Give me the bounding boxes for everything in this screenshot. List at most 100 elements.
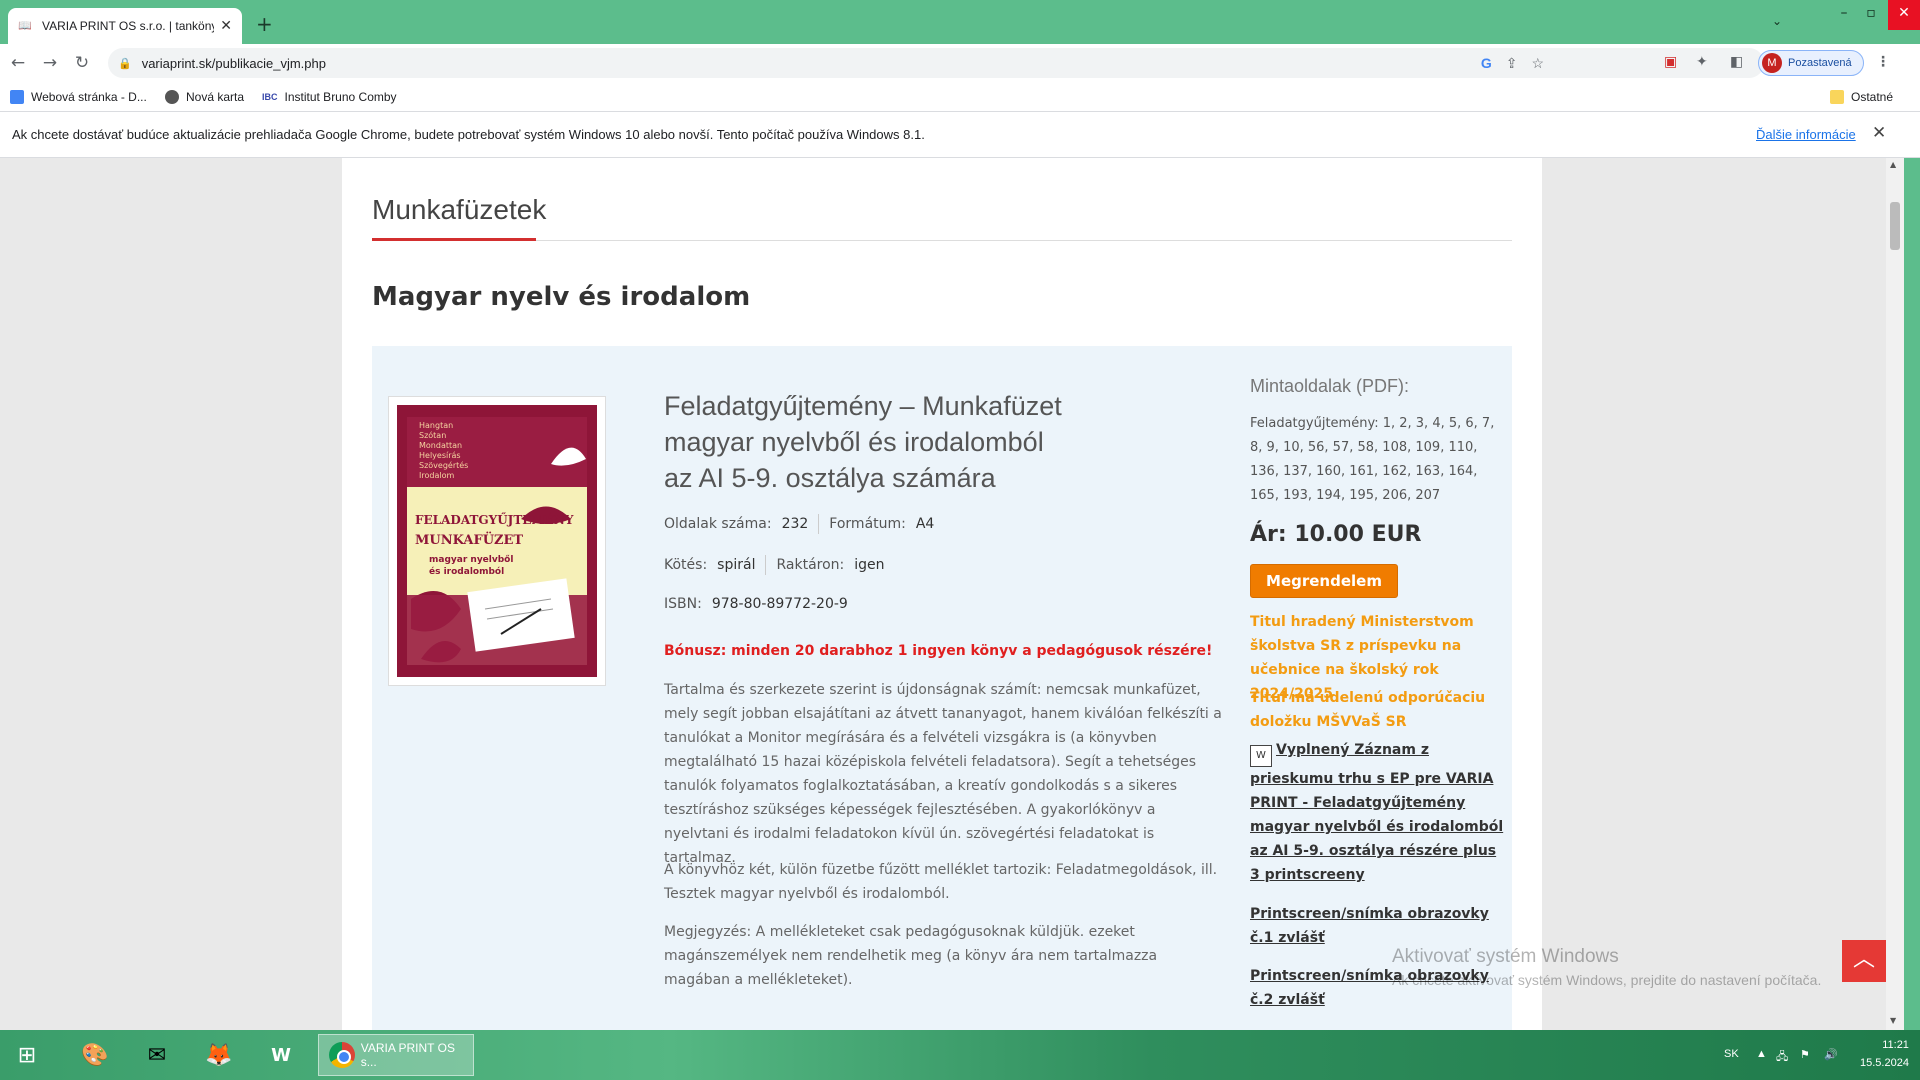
- format-value: A4: [915, 516, 935, 532]
- scrollbar-thumb[interactable]: [1890, 202, 1900, 250]
- samples-title: Mintaoldalak (PDF):: [1250, 376, 1410, 396]
- recommendation-notice: Titul má udelenú odporúčaciu doložku MŠV…: [1250, 690, 1486, 730]
- product-note: Megjegyzés: A mellékleteket csak pedagóg…: [664, 924, 1158, 988]
- isbn-label: ISBN:: [664, 596, 702, 612]
- tab-strip: 📖 VARIA PRINT OS s.r.o. | tankönyvk ✕ + …: [0, 0, 1920, 44]
- infobar-close-icon[interactable]: ✕: [1872, 123, 1886, 143]
- bookmark-item[interactable]: Webová stránka - D...: [10, 90, 147, 104]
- desktop-edge: [1904, 158, 1920, 1030]
- menu-kebab-icon[interactable]: ⋮: [1876, 54, 1890, 70]
- windows-start-icon[interactable]: ⊞: [6, 1037, 48, 1075]
- share-icon[interactable]: ⇪: [1506, 55, 1518, 72]
- price: Ár: 10.00 EUR: [1250, 522, 1422, 547]
- minimize-button[interactable]: –: [1834, 0, 1854, 30]
- maximize-button[interactable]: ▫: [1858, 0, 1884, 30]
- section-title: Munkafüzetek: [372, 194, 547, 225]
- reload-icon[interactable]: ↻: [66, 53, 98, 73]
- bookmark-item[interactable]: IBC Institut Bruno Comby: [262, 90, 397, 104]
- url-text[interactable]: variaprint.sk/publikacie_vjm.php: [142, 56, 326, 71]
- section-underline: [372, 238, 536, 241]
- browser-toolbar: ← → ↻ 🔒 variaprint.sk/publikacie_vjm.php…: [0, 44, 1920, 82]
- product-description: Tartalma és szerkezete szerint is újdons…: [664, 682, 1222, 866]
- cover-title-2: Munkafüzet: [415, 533, 524, 548]
- meta-row-pages-format: Oldalak száma: 232 Formátum: A4: [664, 514, 934, 534]
- meta-row-isbn: ISBN: 978-80-89772-20-9: [664, 596, 848, 612]
- bonus-text: Bónusz: minden 20 darabhoz 1 ingyen köny…: [664, 643, 1213, 659]
- subject-title: Magyar nyelv és irodalom: [372, 282, 751, 312]
- printscreen-1-link[interactable]: Printscreen/snímka obrazovky č.1 zvlášť: [1250, 902, 1506, 950]
- folder-icon: [1830, 90, 1844, 104]
- bookmark-label: Nová karta: [186, 90, 245, 104]
- firefox-app-icon[interactable]: 🦊: [198, 1037, 240, 1075]
- market-research-link[interactable]: Vyplnený Záznam z prieskumu trhu s EP pr…: [1250, 742, 1503, 883]
- cover-subtitle-2: és irodalomból: [429, 567, 505, 577]
- bookmarks-bar: Webová stránka - D... Nová karta IBC Ins…: [0, 82, 1920, 112]
- pdf-extension-icon[interactable]: ▣: [1664, 54, 1677, 70]
- scroll-down-icon[interactable]: ▼: [1890, 1016, 1896, 1025]
- forward-arrow-icon[interactable]: →: [34, 53, 66, 73]
- bookmark-item[interactable]: Nová karta: [165, 90, 244, 104]
- browser-tab[interactable]: 📖 VARIA PRINT OS s.r.o. | tankönyvk ✕: [8, 8, 242, 44]
- other-bookmarks[interactable]: Ostatné: [1830, 90, 1893, 104]
- google-lens-icon[interactable]: G: [1481, 55, 1492, 72]
- scroll-to-top-button[interactable]: ︿: [1842, 940, 1886, 982]
- chrome-icon: [329, 1042, 355, 1068]
- pages-value: 232: [781, 516, 809, 532]
- scroll-up-icon[interactable]: ▲: [1890, 160, 1896, 169]
- network-icon[interactable]: 🖧: [1776, 1048, 1788, 1067]
- infobar-message: Ak chcete dostávať budúce aktualizácie p…: [12, 127, 925, 142]
- windows-taskbar: ⊞ 🎨 ✉ 🦊 W VARIA PRINT OS s... SK ▲ 🖧 ⚑ 🔊…: [0, 1030, 1920, 1080]
- tray-expand-icon[interactable]: ▲: [1756, 1048, 1767, 1060]
- binding-label: Kötés:: [664, 557, 708, 573]
- cover-art: Hangtan Szótan Mondattan Helyesírás Szöv…: [397, 405, 597, 677]
- side-panel-icon[interactable]: ◧: [1730, 54, 1743, 70]
- paint-app-icon[interactable]: 🎨: [74, 1037, 116, 1075]
- page-scrollbar[interactable]: ▲ ▼: [1886, 158, 1904, 1030]
- clock-time: 11:21: [1882, 1039, 1909, 1051]
- thunderbird-app-icon[interactable]: ✉: [136, 1037, 178, 1075]
- taskbar-chrome-window[interactable]: VARIA PRINT OS s...: [318, 1034, 474, 1076]
- sample-pages-links[interactable]: Feladatgyűjtemény: 1, 2, 3, 4, 5, 6, 7, …: [1250, 412, 1506, 508]
- action-center-flag-icon[interactable]: ⚑: [1800, 1048, 1810, 1061]
- taskbar-window-label: VARIA PRINT OS s...: [360, 1041, 455, 1069]
- stock-value: igen: [854, 557, 885, 573]
- format-label: Formátum:: [829, 516, 906, 532]
- back-arrow-icon[interactable]: ←: [2, 53, 34, 73]
- book-cover-image[interactable]: Hangtan Szótan Mondattan Helyesírás Szöv…: [388, 396, 606, 686]
- isbn-value: 978-80-89772-20-9: [711, 596, 848, 612]
- market-research-link-block: W Vyplnený Záznam z prieskumu trhu s EP p…: [1250, 738, 1506, 887]
- tab-search-chevron-icon[interactable]: ⌄: [1772, 14, 1782, 28]
- update-infobar: Ak chcete dostávať budúce aktualizácie p…: [0, 112, 1920, 158]
- meta-divider: [765, 555, 767, 575]
- close-window-button[interactable]: ✕: [1888, 0, 1920, 30]
- page-viewport: Munkafüzetek Magyar nyelv és irodalom Ha…: [0, 158, 1886, 1030]
- taskbar-clock[interactable]: 11:21 15.5.2024: [1860, 1036, 1909, 1072]
- bookmark-label: Webová stránka - D...: [31, 90, 147, 104]
- page-content: Munkafüzetek Magyar nyelv és irodalom Ha…: [342, 158, 1542, 1030]
- bookmark-star-icon[interactable]: ☆: [1531, 55, 1544, 72]
- language-indicator[interactable]: SK: [1724, 1048, 1739, 1060]
- ibc-icon: IBC: [262, 92, 278, 102]
- globe-icon: [165, 90, 179, 104]
- lock-icon[interactable]: 🔒: [118, 57, 132, 70]
- meta-row-binding-stock: Kötés: spirál Raktáron: igen: [664, 555, 885, 575]
- order-button[interactable]: Megrendelem: [1250, 564, 1398, 598]
- avatar: M: [1762, 53, 1782, 73]
- section-divider: [372, 240, 1512, 241]
- other-bookmarks-label: Ostatné: [1851, 90, 1894, 104]
- activation-watermark-title: Aktivovať systém Windows: [1392, 946, 1619, 967]
- binding-value: spirál: [717, 557, 756, 573]
- tab-title: VARIA PRINT OS s.r.o. | tankönyvk: [42, 19, 215, 33]
- word-app-icon[interactable]: W: [260, 1037, 302, 1075]
- address-bar[interactable]: 🔒 variaprint.sk/publikacie_vjm.php G ⇪ ☆: [108, 48, 1764, 78]
- word-document-icon: W: [1250, 745, 1272, 767]
- profile-button[interactable]: M Pozastavená: [1758, 50, 1864, 76]
- volume-icon[interactable]: 🔊: [1824, 1048, 1838, 1061]
- pages-label: Oldalak száma:: [664, 516, 772, 532]
- new-tab-button[interactable]: +: [256, 14, 273, 34]
- close-tab-icon[interactable]: ✕: [220, 18, 232, 34]
- meta-divider: [818, 514, 820, 534]
- extensions-puzzle-icon[interactable]: ✦: [1696, 54, 1708, 70]
- infobar-more-link[interactable]: Ďalšie informácie: [1756, 127, 1856, 142]
- profile-label: Pozastavená: [1788, 57, 1852, 69]
